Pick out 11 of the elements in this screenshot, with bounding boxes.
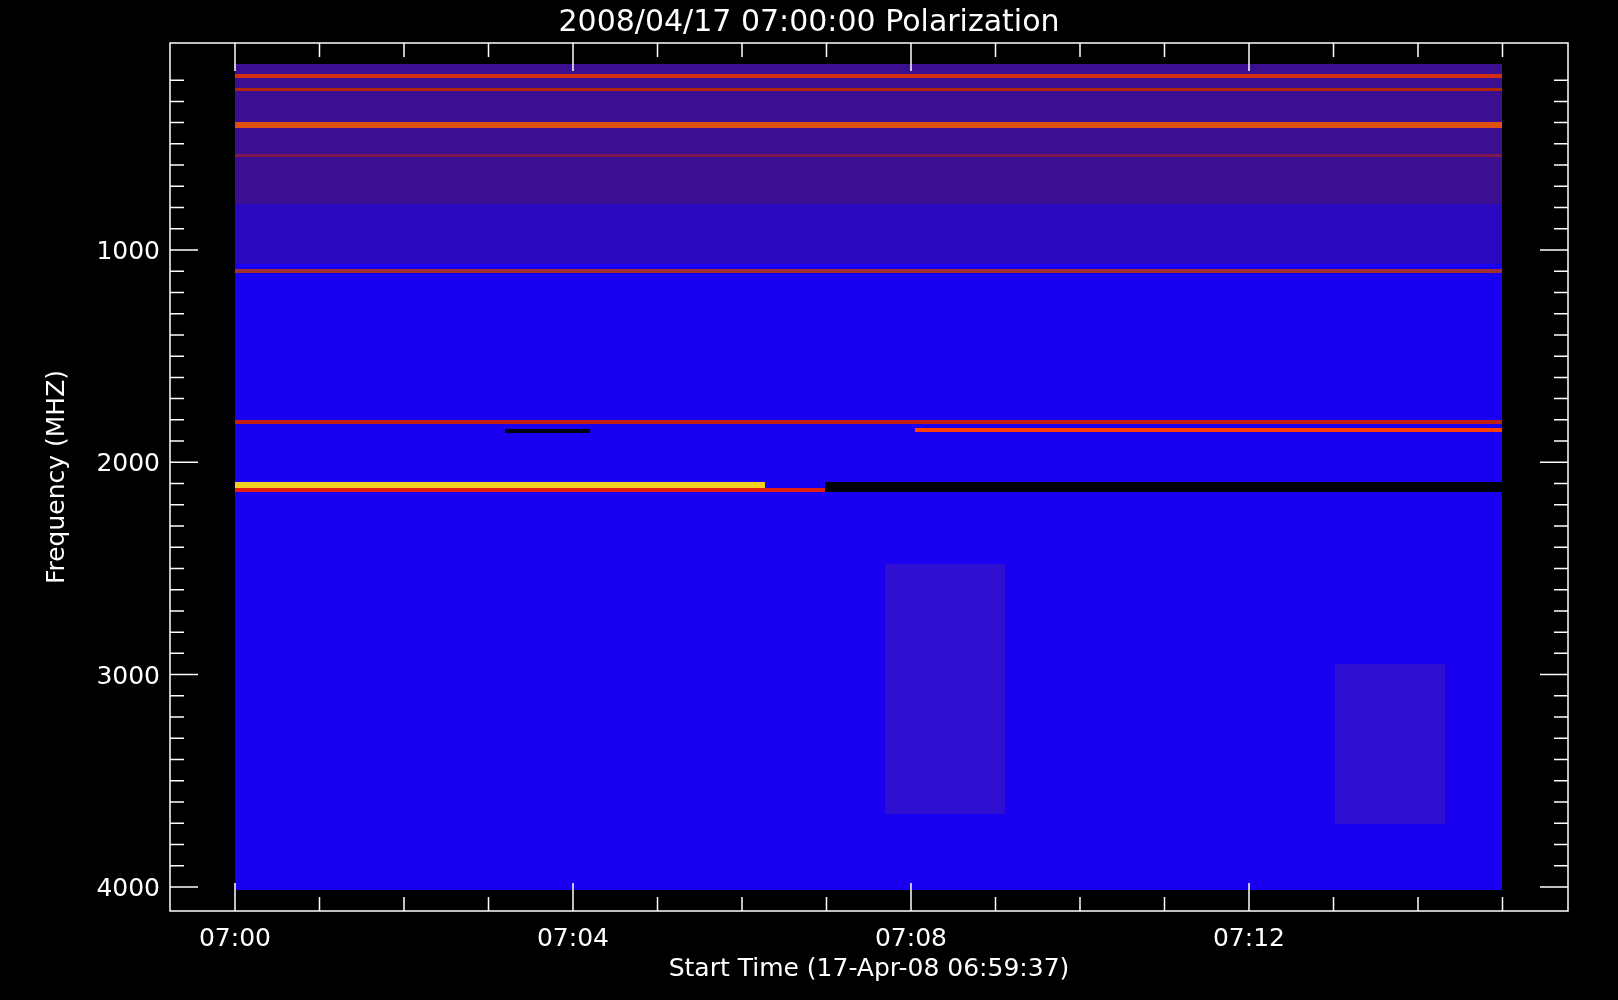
y-tick-label: 1000 <box>96 236 160 265</box>
y-tick-label: 3000 <box>96 660 160 690</box>
x-tick-label: 07:00 <box>199 923 271 952</box>
y-tick-label: 2000 <box>96 448 160 478</box>
x-tick-label: 07:12 <box>1213 923 1285 952</box>
x-axis-label: Start Time (17-Apr-08 06:59:37) <box>668 953 1070 982</box>
y-tick-label: 4000 <box>96 872 160 902</box>
chart-title: 2008/04/17 07:00:00 Polarization <box>558 3 1060 38</box>
x-tick-label: 07:04 <box>537 923 609 952</box>
x-tick-label: 07:08 <box>875 923 947 952</box>
y-axis-label: Frequency (MHZ) <box>41 369 70 585</box>
